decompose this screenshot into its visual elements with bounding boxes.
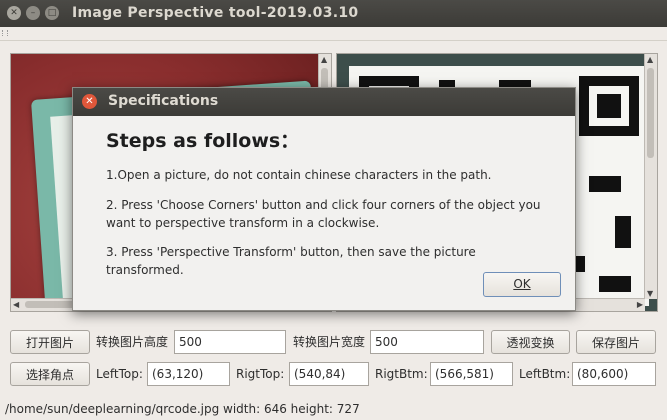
window-maximize-icon[interactable]: □ xyxy=(45,6,59,20)
dialog-step-2: 2. Press 'Choose Corners' button and cli… xyxy=(106,198,541,230)
toolbar-grip-handle[interactable] xyxy=(2,30,8,36)
dialog-title: Specifications xyxy=(108,93,219,109)
open-image-button[interactable]: 打开图片 xyxy=(10,330,90,354)
toolbar-strip xyxy=(0,27,667,41)
window-title: Image Perspective tool-2019.03.10 xyxy=(72,5,359,21)
right-bottom-input[interactable]: (566,581) xyxy=(430,362,513,386)
height-label: 转换图片高度 xyxy=(96,335,169,349)
scroll-right-icon[interactable]: ▶ xyxy=(637,300,643,309)
scroll-up-icon[interactable]: ▲ xyxy=(647,55,653,64)
window-titlebar: ✕ – □ Image Perspective tool-2019.03.10 xyxy=(0,0,667,27)
window-close-icon[interactable]: ✕ xyxy=(7,6,21,20)
dialog-step-1: 1.Open a picture, do not contain chinese… xyxy=(106,168,492,182)
dialog-heading: Steps as follows： xyxy=(106,130,300,152)
scroll-up-icon[interactable]: ▲ xyxy=(321,55,327,64)
scroll-left-icon[interactable]: ◀ xyxy=(13,300,19,309)
save-image-button[interactable]: 保存图片 xyxy=(576,330,656,354)
ok-button[interactable]: OK xyxy=(483,272,561,297)
left-bottom-input[interactable]: (80,600) xyxy=(572,362,656,386)
right-top-input[interactable]: (540,84) xyxy=(289,362,369,386)
left-top-input[interactable]: (63,120) xyxy=(147,362,230,386)
right-bottom-label: RigtBtm: xyxy=(375,367,428,381)
left-top-label: LeftTop: xyxy=(96,367,143,381)
perspective-transform-button[interactable]: 透视变换 xyxy=(491,330,570,354)
left-bottom-label: LeftBtm: xyxy=(519,367,571,381)
width-label: 转换图片宽度 xyxy=(293,335,366,349)
scroll-down-icon[interactable]: ▼ xyxy=(647,289,653,298)
height-input[interactable]: 500 xyxy=(174,330,286,354)
width-input[interactable]: 500 xyxy=(370,330,484,354)
window-minimize-icon[interactable]: – xyxy=(26,6,40,20)
scroll-thumb[interactable] xyxy=(647,68,654,158)
specifications-dialog: ✕ Specifications Steps as follows： 1.Ope… xyxy=(72,87,576,311)
choose-corners-button[interactable]: 选择角点 xyxy=(10,362,90,386)
right-top-label: RigtTop: xyxy=(236,367,285,381)
dialog-close-icon[interactable]: ✕ xyxy=(82,94,97,109)
status-bar: /home/sun/deeplearning/qrcode.jpg width:… xyxy=(5,402,360,416)
result-vertical-scrollbar[interactable]: ▲ ▼ xyxy=(644,54,657,299)
dialog-titlebar: ✕ Specifications xyxy=(73,88,575,116)
